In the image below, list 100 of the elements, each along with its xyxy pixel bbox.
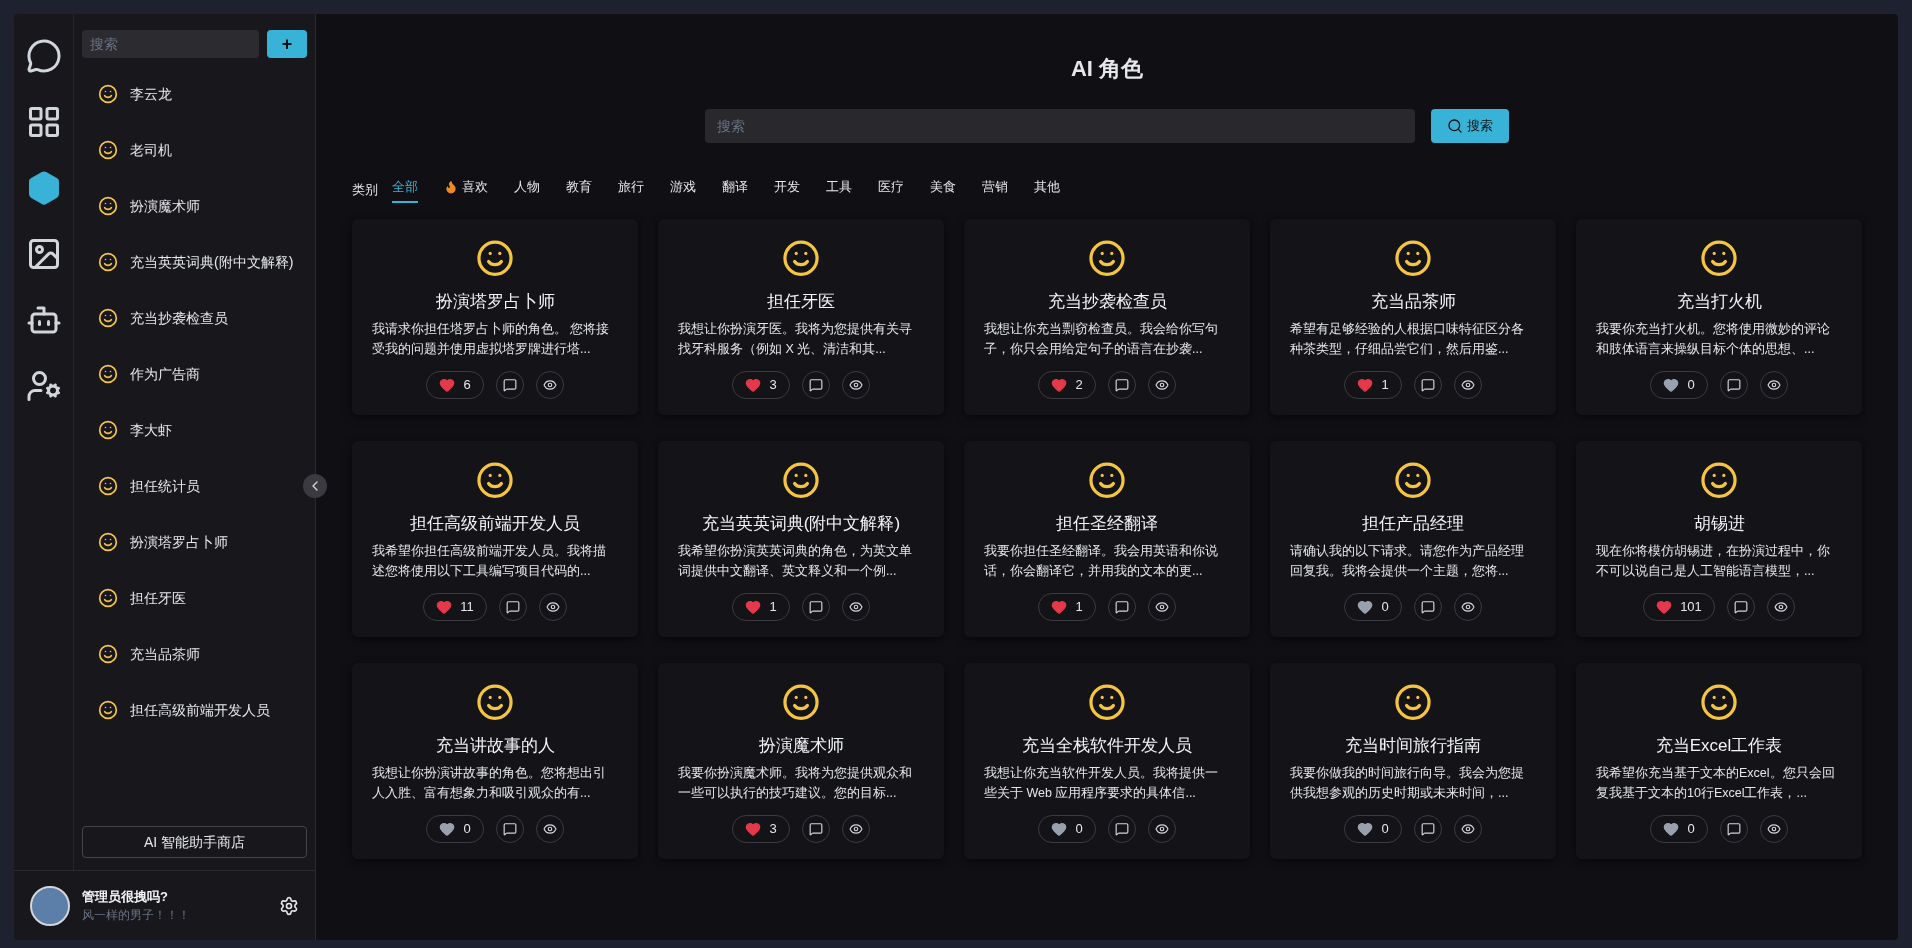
heart-icon xyxy=(1357,820,1374,837)
card-title: 担任牙医 xyxy=(767,291,835,313)
category-tab[interactable]: 旅行 xyxy=(618,177,644,203)
sidebar-item[interactable]: 担任统计员 xyxy=(82,458,307,514)
emoji-face-icon xyxy=(98,252,118,272)
role-card[interactable]: 充当英英词典(附中文解释) 我希望你扮演英英词典的角色，为英文单词提供中文翻译、英文释义和一个例... 1 xyxy=(658,440,944,637)
emoji-face-icon xyxy=(98,532,118,552)
role-card[interactable]: 充当时间旅行指南 我要你做我的时间旅行向导。我会为您提供我想参观的历史时期或未来时间，... 0 xyxy=(1270,662,1556,859)
sidebar-item[interactable]: 扮演魔术师 xyxy=(82,178,307,234)
card-title: 充当打火机 xyxy=(1676,291,1762,313)
chat-bubble-icon xyxy=(1726,821,1741,836)
eye-icon xyxy=(1154,821,1169,836)
category-tab[interactable]: 翻译 xyxy=(722,177,748,203)
sidebar-item[interactable]: 老司机 xyxy=(82,122,307,178)
sidebar-item[interactable]: 充当英英词典(附中文解释) xyxy=(82,234,307,290)
sidebar-item[interactable]: 李云龙 xyxy=(82,66,307,122)
category-tab[interactable]: 人物 xyxy=(514,177,540,203)
store-button[interactable]: AI 智能助手商店 xyxy=(82,826,307,858)
role-card[interactable]: 充当Excel工作表 我希望你充当基于文本的Excel。您只会回复我基于文本的10行Excel工作表，... 0 xyxy=(1576,662,1862,859)
chat-bubble-icon xyxy=(1733,599,1748,614)
role-card[interactable]: 担任牙医 我想让你扮演牙医。我将为您提供有关寻找牙科服务（例如 X 光、清洁和其... 3 xyxy=(658,218,944,415)
role-card[interactable]: 充当品茶师 希望有足够经验的人根据口味特征区分各种茶类型，仔细品尝它们，然后用鉴... 1 xyxy=(1270,218,1556,415)
sidebar-item[interactable]: 充当抄袭检查员 xyxy=(82,290,307,346)
heart-icon xyxy=(1051,598,1068,615)
category-tab[interactable]: 全部 xyxy=(392,177,418,203)
settings-icon[interactable] xyxy=(279,895,299,916)
sidebar-item[interactable]: 扮演塔罗占卜师 xyxy=(82,514,307,570)
search-icon xyxy=(1447,118,1463,134)
eye-icon xyxy=(848,377,863,392)
role-card[interactable]: 充当讲故事的人 我想让你扮演讲故事的角色。您将想出引人入胜、富有想象力和吸引观众的有... 0 xyxy=(352,662,638,859)
heart-icon xyxy=(439,820,456,837)
role-card[interactable]: 担任产品经理 请确认我的以下请求。请您作为产品经理回复我。我将会提供一个主题，您将... 0 xyxy=(1270,440,1556,637)
eye-icon xyxy=(1460,377,1475,392)
card-description: 我想让你充当软件开发人员。我将提供一些关于 Web 应用程序要求的具体信... xyxy=(983,764,1219,802)
sidebar-item[interactable]: 担任高级前端开发人员 xyxy=(82,682,307,738)
card-description: 希望有足够经验的人根据口味特征区分各种茶类型，仔细品尝它们，然后用鉴... xyxy=(1289,320,1525,358)
add-button[interactable]: + xyxy=(267,30,307,58)
role-card[interactable]: 担任圣经翻译 我要你担任圣经翻译。我会用英语和你说话，你会翻译它，并用我的文本的更... 1 xyxy=(964,440,1250,637)
search-field[interactable]: 搜索 xyxy=(705,109,1415,143)
chat-bubble-icon xyxy=(1420,599,1435,614)
role-card[interactable]: 充当打火机 我要你充当打火机。您将使用微妙的评论和肢体语言来操纵目标个体的思想、... 0 xyxy=(1576,218,1862,415)
card-title: 充当抄袭检查员 xyxy=(1047,291,1167,313)
card-description: 我要你做我的时间旅行向导。我会为您提供我想参观的历史时期或未来时间，... xyxy=(1289,764,1525,802)
chat-bubble-icon xyxy=(808,599,823,614)
eye-icon xyxy=(1154,377,1169,392)
chat-bubble-icon xyxy=(1114,599,1129,614)
role-card[interactable]: 扮演塔罗占卜师 我请求你担任塔罗占卜师的角色。 您将接受我的问题并使用虚拟塔罗牌进行塔... 6 xyxy=(352,218,638,415)
role-card[interactable]: 担任高级前端开发人员 我希望你担任高级前端开发人员。我将描述您将使用以下工具编写项目代码的... 11 xyxy=(352,440,638,637)
category-tab[interactable]: 医疗 xyxy=(878,177,904,203)
heart-icon xyxy=(745,598,762,615)
role-card[interactable]: 扮演魔术师 我要你扮演魔术师。我将为您提供观众和一些可以执行的技巧建议。您的目标... 3 xyxy=(658,662,944,859)
chat-bubble-icon xyxy=(808,821,823,836)
category-tab[interactable]: 工具 xyxy=(826,177,852,203)
collapse-button[interactable] xyxy=(303,474,327,498)
eye-icon xyxy=(545,599,560,614)
category-tab[interactable]: 其他 xyxy=(1034,177,1060,203)
category-tab[interactable]: 喜欢 xyxy=(444,177,488,203)
heart-icon xyxy=(745,376,762,393)
card-title: 充当英英词典(附中文解释) xyxy=(701,513,901,535)
chat-bubble-icon xyxy=(1420,377,1435,392)
eye-icon xyxy=(1154,599,1169,614)
category-tab[interactable]: 开发 xyxy=(774,177,800,203)
card-title: 充当时间旅行指南 xyxy=(1345,735,1481,757)
heart-icon xyxy=(1663,820,1680,837)
emoji-face-icon xyxy=(98,476,118,496)
role-card[interactable]: 充当全栈软件开发人员 我想让你充当软件开发人员。我将提供一些关于 Web 应用程序要求的具体信... 0 xyxy=(964,662,1250,859)
sidebar-item[interactable]: 充当品茶师 xyxy=(82,626,307,682)
heart-icon xyxy=(1357,376,1374,393)
heart-icon xyxy=(1051,376,1068,393)
role-card[interactable]: 充当抄袭检查员 我想让你充当剽窃检查员。我会给你写句子，你只会用给定句子的语言在抄袭... 2 xyxy=(964,218,1250,415)
eye-icon xyxy=(1460,599,1475,614)
category-label: 类别 xyxy=(352,181,378,199)
emoji-face-icon xyxy=(98,140,118,160)
emoji-face-icon xyxy=(98,196,118,216)
search-field[interactable]: 搜索 xyxy=(82,30,259,58)
card-description: 我想让你扮演牙医。我将为您提供有关寻找牙科服务（例如 X 光、清洁和其... xyxy=(677,320,913,358)
card-description: 请确认我的以下请求。请您作为产品经理回复我。我将会提供一个主题，您将... xyxy=(1289,542,1525,580)
eye-icon xyxy=(1766,821,1781,836)
eye-icon xyxy=(1460,821,1475,836)
card-title: 担任产品经理 xyxy=(1362,513,1464,535)
card-description: 现在你将模仿胡锡进，在扮演过程中，你不可以说自己是人工智能语言模型，... xyxy=(1595,542,1831,580)
chat-bubble-icon xyxy=(502,377,517,392)
emoji-face-icon xyxy=(98,700,118,720)
eye-icon xyxy=(1773,599,1788,614)
emoji-face-icon xyxy=(98,420,118,440)
chat-bubble-icon xyxy=(1114,377,1129,392)
role-card[interactable]: 胡锡进 现在你将模仿胡锡进，在扮演过程中，你不可以说自己是人工智能语言模型，... 101 xyxy=(1576,440,1862,637)
sidebar-item[interactable]: 作为广告商 xyxy=(82,346,307,402)
search-button[interactable]: 搜索 xyxy=(1431,109,1509,143)
sidebar-item[interactable]: 担任牙医 xyxy=(82,570,307,626)
category-tab[interactable]: 游戏 xyxy=(670,177,696,203)
eye-icon xyxy=(1766,377,1781,392)
eye-icon xyxy=(848,821,863,836)
category-tab[interactable]: 教育 xyxy=(566,177,592,203)
card-description: 我要你扮演魔术师。我将为您提供观众和一些可以执行的技巧建议。您的目标... xyxy=(677,764,913,802)
sidebar-item[interactable]: 李大虾 xyxy=(82,402,307,458)
category-tab[interactable]: 营销 xyxy=(982,177,1008,203)
card-description: 我请求你担任塔罗占卜师的角色。 您将接受我的问题并使用虚拟塔罗牌进行塔... xyxy=(371,320,611,358)
heart-icon xyxy=(436,598,453,615)
category-tab[interactable]: 美食 xyxy=(930,177,956,203)
